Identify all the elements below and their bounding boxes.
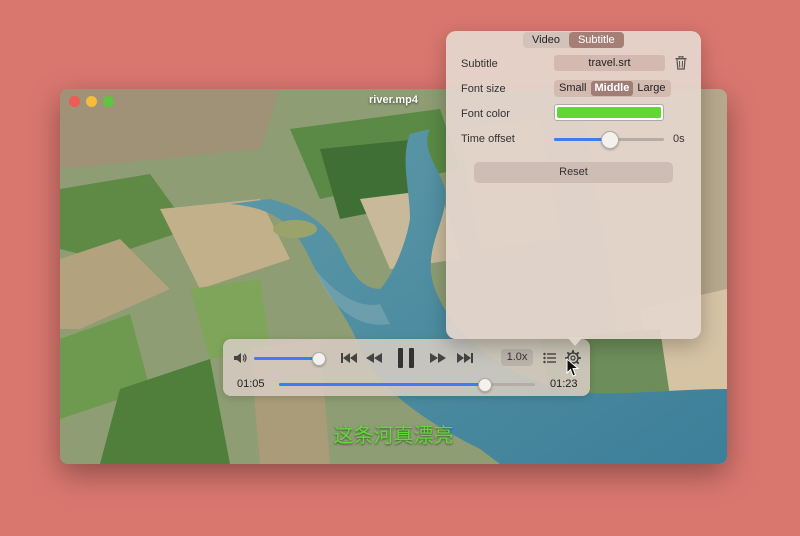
progress-bar[interactable] bbox=[279, 378, 535, 392]
fast-forward-icon[interactable] bbox=[429, 352, 447, 364]
player-controls: 1.0x 01:05 01:23 bbox=[223, 339, 590, 396]
skip-forward-icon[interactable] bbox=[456, 352, 474, 364]
subtitle-line: 这条河真漂亮 bbox=[333, 423, 454, 447]
pause-icon[interactable] bbox=[397, 347, 415, 369]
trash-icon[interactable] bbox=[675, 56, 687, 70]
tab-video[interactable]: Video bbox=[523, 32, 569, 48]
reset-button[interactable]: Reset bbox=[474, 162, 673, 183]
skip-back-icon[interactable] bbox=[340, 352, 358, 364]
font-color-label: Font color bbox=[461, 108, 510, 120]
font-size-small[interactable]: Small bbox=[555, 80, 591, 97]
playback-speed-button[interactable]: 1.0x bbox=[501, 349, 533, 366]
settings-popover: Video Subtitle Subtitle travel.srt Font … bbox=[446, 31, 701, 339]
mouse-cursor-icon bbox=[566, 358, 580, 377]
volume-level bbox=[254, 357, 319, 360]
popover-arrow bbox=[567, 337, 583, 346]
volume-knob[interactable] bbox=[312, 352, 327, 366]
font-size-control: Small Middle Large bbox=[554, 80, 671, 97]
font-size-middle[interactable]: Middle bbox=[590, 81, 634, 96]
playlist-icon[interactable] bbox=[543, 352, 556, 364]
total-time: 01:23 bbox=[550, 378, 578, 390]
speaker-icon[interactable] bbox=[233, 352, 247, 364]
settings-tabs: Video Subtitle bbox=[523, 32, 624, 48]
font-size-label: Font size bbox=[461, 83, 506, 95]
progress-fill bbox=[279, 383, 484, 386]
time-offset-slider[interactable] bbox=[554, 131, 664, 149]
tab-subtitle[interactable]: Subtitle bbox=[568, 32, 624, 48]
rewind-icon[interactable] bbox=[365, 352, 383, 364]
font-size-large[interactable]: Large bbox=[633, 80, 669, 97]
time-offset-value: 0s bbox=[673, 133, 685, 145]
time-offset-knob[interactable] bbox=[601, 131, 619, 149]
current-time: 01:05 bbox=[237, 378, 265, 390]
volume-slider[interactable] bbox=[254, 352, 327, 366]
font-color-swatch bbox=[557, 107, 661, 118]
progress-knob[interactable] bbox=[477, 378, 492, 392]
font-color-well[interactable] bbox=[554, 104, 664, 121]
subtitle-file-field[interactable]: travel.srt bbox=[554, 55, 665, 71]
time-offset-label: Time offset bbox=[461, 133, 515, 145]
subtitle-label: Subtitle bbox=[461, 58, 498, 70]
